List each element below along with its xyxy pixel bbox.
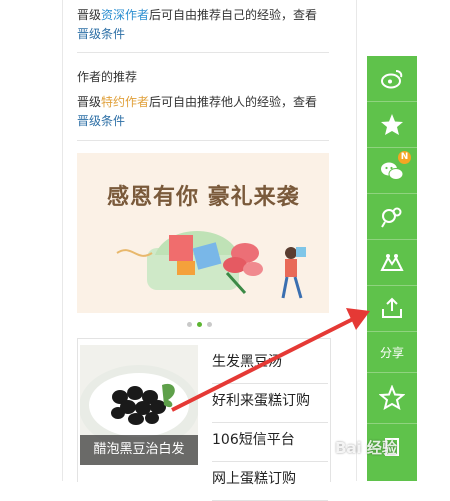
wechat-share-button[interactable]: N [367,148,417,194]
self-recommend-text: 晋级资深作者后可自由推荐自己的经验，查看 晋级条件 [77,6,329,44]
others-recommend-text: 晋级特约作者后可自由推荐他人的经验，查看 晋级条件 [77,93,329,131]
text-segment: 晋级 [77,95,102,109]
ad-block: 醋泡黑豆治白发 生发黑豆汤 好利来蛋糕订购 106短信平台 网上蛋糕订购 [77,338,331,501]
weibo-share-button[interactable] [367,56,417,102]
tieba-icon [381,207,402,228]
team-icon [380,253,404,271]
person-illustration [281,247,306,299]
upgrade-conditions-link[interactable]: 晋级条件 [77,27,125,41]
share-label-button[interactable]: 分享 [367,332,417,373]
divider [77,52,329,53]
section-title: 作者的推荐 [77,70,138,84]
special-author-link[interactable]: 特约作者 [101,95,149,109]
promo-banner[interactable]: 感恩有你 豪礼来袭 [77,153,329,313]
share-upload-icon [382,297,402,318]
text-segment: 后可自由推荐他人的经验，查看 [149,95,318,109]
new-badge: N [398,151,411,164]
carousel-dots [187,322,212,327]
carousel-dot[interactable] [187,322,192,327]
content-panel: 晋级资深作者后可自由推荐自己的经验，查看 晋级条件 作者的推荐 晋级特约作者后可… [62,0,357,501]
ad-image[interactable]: 醋泡黑豆治白发 [80,345,198,465]
ad-link-list: 生发黑豆汤 好利来蛋糕订购 106短信平台 网上蛋糕订购 [212,345,328,501]
ad-link[interactable]: 生发黑豆汤 [212,345,328,384]
tieba-share-button[interactable] [367,194,417,240]
baidu-watermark: Bai 经验 [335,439,397,457]
upgrade-conditions-link-2[interactable]: 晋级条件 [77,114,125,128]
text-segment: 晋级 [77,8,102,22]
favorite-button[interactable] [367,373,417,424]
ad-link[interactable]: 106短信平台 [212,423,328,462]
weibo-icon [381,69,403,88]
divider [77,140,329,141]
share-label: 分享 [379,345,404,360]
star-outline-icon [379,385,405,411]
star-badge-icon [381,113,403,135]
qzone-share-button[interactable] [367,102,417,148]
senior-author-link[interactable]: 资深作者 [101,8,149,22]
upload-share-button[interactable] [367,286,417,332]
group-share-button[interactable] [367,240,417,286]
ad-link[interactable]: 网上蛋糕订购 [212,462,328,501]
carousel-dot-active[interactable] [197,322,202,327]
banner-illustration [116,231,306,299]
carousel-dot[interactable] [207,322,212,327]
share-sidebar: N 分享 [367,56,417,481]
ad-link[interactable]: 好利来蛋糕订购 [212,384,328,423]
ad-image-caption: 醋泡黑豆治白发 [80,435,198,465]
text-segment: 后可自由推荐自己的经验，查看 [149,8,318,22]
